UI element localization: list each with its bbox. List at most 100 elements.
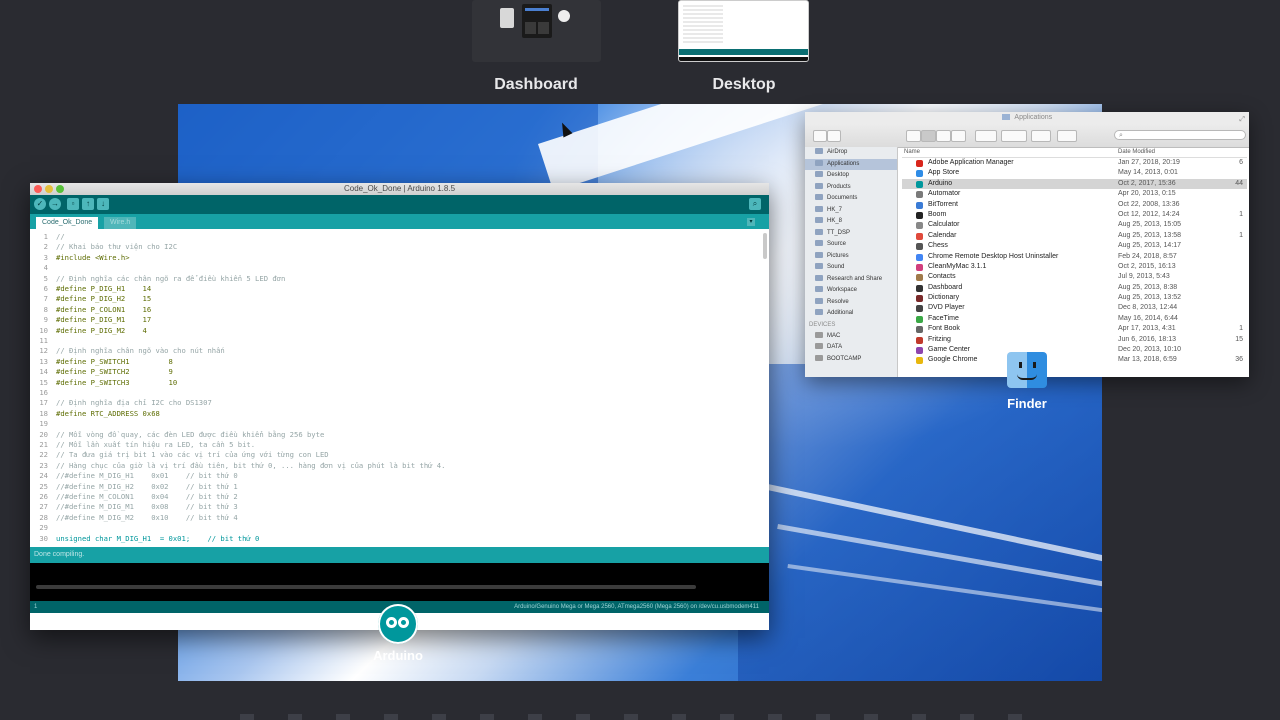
- search-field[interactable]: ⌕: [1114, 130, 1246, 140]
- file-row[interactable]: DVD Player Dec 8, 2013, 12:44: [902, 303, 1247, 313]
- serial-monitor-button[interactable]: ⌕: [749, 198, 761, 210]
- code-line[interactable]: 9 #define P_DIG_M1 17: [30, 315, 152, 325]
- date-column-header[interactable]: Date Modified: [1118, 147, 1155, 157]
- file-row[interactable]: FaceTime May 16, 2014, 6:44: [902, 314, 1247, 324]
- close-button[interactable]: [34, 185, 42, 193]
- code-line[interactable]: 5 // Định nghĩa các chân ngõ ra để điều k…: [30, 274, 286, 284]
- action-gear-button[interactable]: [1001, 130, 1027, 142]
- sidebar-item[interactable]: Workspace: [805, 285, 897, 297]
- code-line[interactable]: 13 #define P_SWITCH1 8: [30, 357, 173, 367]
- tags-button[interactable]: [1057, 130, 1077, 142]
- finder-app-icon[interactable]: [1007, 352, 1047, 388]
- arrange-button[interactable]: [975, 130, 997, 142]
- code-line[interactable]: 25 //#define M_DIG_H2 0x02 // bit thứ 1: [30, 482, 237, 492]
- file-row[interactable]: Google Chrome Mar 13, 2018, 6:59 36: [902, 355, 1247, 365]
- sidebar-item[interactable]: Desktop: [805, 170, 897, 182]
- file-row[interactable]: Dashboard Aug 25, 2013, 8:38: [902, 283, 1247, 293]
- save-sketch-button[interactable]: ↓: [97, 198, 109, 210]
- file-row[interactable]: Boom Oct 12, 2012, 14:24 1: [902, 210, 1247, 220]
- icon-view-button[interactable]: [906, 130, 921, 142]
- file-row[interactable]: Fritzing Jun 6, 2016, 18:13 15: [902, 335, 1247, 345]
- file-row[interactable]: Adobe Application Manager Jan 27, 2018, 2…: [902, 158, 1247, 168]
- code-line[interactable]: 27 //#define M_DIG_M1 0x08 // bit thứ 3: [30, 502, 237, 512]
- code-line[interactable]: 8 #define P_COLON1 16: [30, 305, 152, 315]
- file-row[interactable]: CleanMyMac 3.1.1 Oct 2, 2015, 16:13: [902, 262, 1247, 272]
- sidebar-device[interactable]: DATA: [805, 342, 897, 354]
- code-line[interactable]: 14 #define P_SWITCH2 9: [30, 367, 173, 377]
- code-line[interactable]: 17 // Định nghĩa địa chỉ I2C cho DS1307: [30, 398, 211, 408]
- upload-button[interactable]: →: [49, 198, 61, 210]
- file-row[interactable]: Chrome Remote Desktop Host Uninstaller Fe…: [902, 252, 1247, 262]
- arduino-title-bar[interactable]: Code_Ok_Done | Arduino 1.8.5: [30, 183, 769, 195]
- tab-wire-h[interactable]: Wire.h: [104, 217, 137, 229]
- code-line[interactable]: 20 // Mỗi vòng đồ quay, các đèn LED được …: [30, 430, 324, 440]
- code-line[interactable]: 22 // Ta đưa giá trị bit 1 vào các vị trí…: [30, 450, 328, 460]
- sidebar-device[interactable]: BOOTCAMP: [805, 354, 897, 366]
- column-view-button[interactable]: [936, 130, 951, 142]
- forward-button[interactable]: [827, 130, 841, 142]
- sidebar-item[interactable]: Sound: [805, 262, 897, 274]
- minimize-button[interactable]: [45, 185, 53, 193]
- sidebar-item[interactable]: Pictures: [805, 251, 897, 263]
- open-sketch-button[interactable]: ↑: [82, 198, 94, 210]
- code-line[interactable]: 29: [30, 523, 56, 533]
- sidebar-item[interactable]: HK_7: [805, 205, 897, 217]
- new-sketch-button[interactable]: ▫: [67, 198, 79, 210]
- back-button[interactable]: [813, 130, 827, 142]
- code-line[interactable]: 6 #define P_DIG_H1 14: [30, 284, 152, 294]
- file-row[interactable]: Contacts Jul 9, 2013, 5:43: [902, 272, 1247, 282]
- output-console[interactable]: [30, 563, 769, 601]
- sidebar-item[interactable]: TT_DSP: [805, 228, 897, 240]
- code-line[interactable]: 26 //#define M_COLON1 0x04 // bit thứ 2: [30, 492, 237, 502]
- file-row[interactable]: Dictionary Aug 25, 2013, 13:52: [902, 293, 1247, 303]
- code-line[interactable]: 3 #include <Wire.h>: [30, 253, 130, 263]
- name-column-header[interactable]: Name: [904, 147, 920, 157]
- file-row[interactable]: Arduino Oct 2, 2017, 15:36 44: [902, 178, 1247, 190]
- sidebar-item[interactable]: Source: [805, 239, 897, 251]
- share-button[interactable]: [1031, 130, 1051, 142]
- code-line[interactable]: 4: [30, 263, 56, 273]
- space-dashboard-thumb[interactable]: [472, 0, 601, 62]
- code-line[interactable]: 11: [30, 336, 56, 346]
- code-editor[interactable]: 1 // 2 // Khai báo thư viện cho I2C 3 #includ…: [30, 229, 769, 547]
- tab-code-ok-done[interactable]: Code_Ok_Done: [36, 217, 99, 229]
- finder-title-bar[interactable]: Applications ⤢: [805, 112, 1249, 124]
- sidebar-item[interactable]: Products: [805, 182, 897, 194]
- sidebar-item[interactable]: Resolve: [805, 297, 897, 309]
- sidebar-item[interactable]: Research and Share: [805, 274, 897, 286]
- tab-menu-chevron-down-icon[interactable]: ▾: [747, 218, 755, 226]
- code-line[interactable]: 1 //: [30, 232, 65, 242]
- code-line[interactable]: 18 #define RTC_ADDRESS 0x68: [30, 409, 160, 419]
- file-row[interactable]: Calendar Aug 25, 2013, 13:58 1: [902, 231, 1247, 241]
- code-line[interactable]: 28 //#define M_DIG_M2 0x10 // bit thứ 4: [30, 513, 237, 523]
- code-line[interactable]: 19: [30, 419, 56, 429]
- file-row[interactable]: Font Book Apr 17, 2013, 4:31 1: [902, 324, 1247, 334]
- sidebar-device[interactable]: MAC: [805, 331, 897, 343]
- code-line[interactable]: 21 // Mỗi lần xuất tín hiệu ra LED, ta cầ…: [30, 440, 255, 450]
- coverflow-view-button[interactable]: [951, 130, 966, 142]
- code-line[interactable]: 15 #define P_SWITCH3 10: [30, 378, 177, 388]
- file-row[interactable]: Automator Apr 20, 2013, 0:15: [902, 189, 1247, 199]
- sidebar-item[interactable]: Applications: [805, 158, 897, 170]
- code-line[interactable]: 10 #define P_DIG_M2 4: [30, 326, 147, 336]
- code-line[interactable]: 2 // Khai báo thư viện cho I2C: [30, 242, 178, 252]
- finder-window[interactable]: Applications ⤢ ⌕ AirDrop Applications Desk…: [805, 112, 1249, 377]
- file-row[interactable]: BitTorrent Oct 22, 2008, 13:36: [902, 200, 1247, 210]
- sidebar-item[interactable]: Documents: [805, 193, 897, 205]
- sidebar-item[interactable]: Additional: [805, 308, 897, 320]
- file-row[interactable]: App Store May 14, 2013, 0:01: [902, 168, 1247, 178]
- code-line[interactable]: 7 #define P_DIG_H2 15: [30, 294, 152, 304]
- space-desktop-thumb[interactable]: [678, 0, 809, 62]
- sidebar-item[interactable]: HK_8: [805, 216, 897, 228]
- arduino-app-icon[interactable]: [378, 604, 418, 644]
- verify-button[interactable]: ✓: [34, 198, 46, 210]
- code-line[interactable]: 30 unsigned char M_DIG_H1 = 0x01; // bit …: [30, 534, 259, 544]
- console-horizontal-scrollbar[interactable]: [36, 585, 696, 589]
- code-line[interactable]: 16: [30, 388, 56, 398]
- arduino-window[interactable]: Code_Ok_Done | Arduino 1.8.5 ✓ → ▫ ↑ ↓ ⌕…: [30, 183, 769, 630]
- code-line[interactable]: 12 // Định nghĩa chân ngõ vào cho nút nhấ…: [30, 346, 224, 356]
- list-view-button[interactable]: [921, 130, 936, 142]
- file-row[interactable]: Chess Aug 25, 2013, 14:17: [902, 241, 1247, 251]
- code-line[interactable]: 23 // Hàng chục của giờ là vị trí đầu tiê…: [30, 461, 445, 471]
- zoom-button[interactable]: [56, 185, 64, 193]
